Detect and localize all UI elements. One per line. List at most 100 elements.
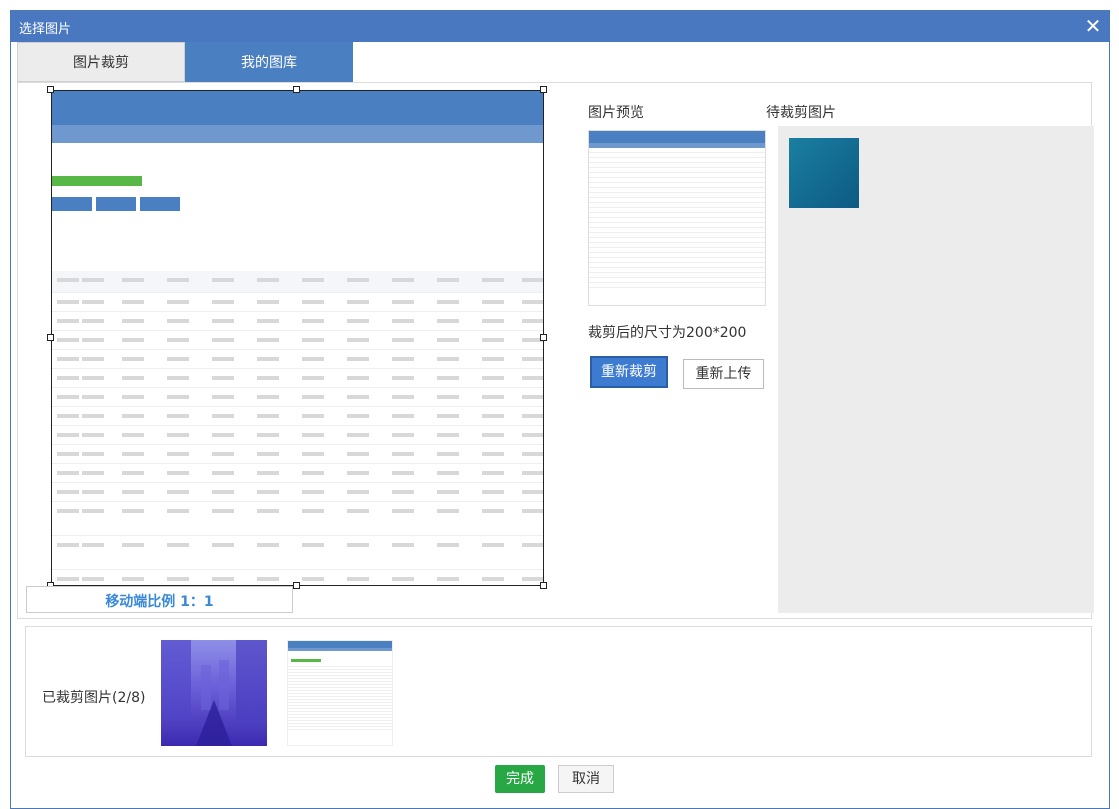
crop-handle-top-mid[interactable] [293, 86, 300, 93]
source-table-cell [522, 357, 543, 361]
source-table-cell [167, 509, 189, 513]
source-table-row [52, 331, 543, 350]
source-table-cell [392, 300, 414, 304]
source-table-row [52, 388, 543, 407]
tab-my-gallery[interactable]: 我的图库 [185, 42, 353, 82]
source-table-row [52, 350, 543, 369]
source-image-button-shape [96, 197, 136, 211]
source-table-cell [82, 278, 104, 282]
source-table-cell [522, 319, 543, 323]
source-table-cell [167, 300, 189, 304]
source-table-cell [167, 414, 189, 418]
source-table-cell [167, 376, 189, 380]
source-table-row [52, 312, 543, 331]
source-table-cell [347, 357, 369, 361]
source-table-cell [392, 319, 414, 323]
crop-canvas[interactable] [26, 86, 569, 589]
cancel-button[interactable]: 取消 [558, 765, 614, 793]
source-table-cell [482, 433, 504, 437]
source-table-row [52, 536, 543, 570]
source-table-cell [167, 278, 189, 282]
reupload-button[interactable]: 重新上传 [683, 359, 764, 389]
crop-handle-bottom-right[interactable] [540, 582, 547, 589]
source-table-cell [122, 376, 144, 380]
crop-handle-mid-left[interactable] [47, 334, 54, 341]
source-table-cell [347, 278, 369, 282]
source-table-cell [302, 543, 324, 547]
source-table-row [52, 464, 543, 483]
source-table-cell [392, 357, 414, 361]
tab-image-crop[interactable]: 图片裁剪 [17, 42, 185, 82]
ratio-bar: 移动端比例 1：1 [26, 586, 293, 613]
source-table-cell [212, 319, 234, 323]
source-table-cell [482, 357, 504, 361]
crop-handle-bottom-mid[interactable] [293, 582, 300, 589]
source-table-cell [347, 414, 369, 418]
source-image-header-strip [52, 91, 543, 125]
source-table-cell [347, 452, 369, 456]
source-table-cell [482, 509, 504, 513]
dialog-titlebar: 选择图片 ✕ [11, 11, 1109, 42]
recrop-button[interactable]: 重新裁剪 [590, 356, 668, 388]
crop-handle-top-left[interactable] [47, 86, 54, 93]
cropped-thumb-table[interactable] [287, 640, 393, 746]
source-table-cell [122, 577, 144, 581]
source-table-cell [212, 357, 234, 361]
cropped-thumb-city[interactable] [161, 640, 267, 746]
ratio-label: 移动端比例 1：1 [105, 594, 214, 610]
crop-handle-mid-right[interactable] [540, 334, 547, 341]
done-button[interactable]: 完成 [495, 765, 545, 793]
source-table-cell [57, 319, 79, 323]
source-image-button-shape [140, 197, 180, 211]
source-table-row [52, 407, 543, 426]
source-table-cell [437, 300, 459, 304]
source-table-cell [167, 452, 189, 456]
source-table-cell [482, 543, 504, 547]
preview-image [588, 130, 766, 306]
source-table-cell [437, 452, 459, 456]
source-table-cell [302, 338, 324, 342]
crop-selection-box[interactable] [51, 90, 544, 586]
source-table-cell [482, 490, 504, 494]
crop-panel: 移动端比例 1：1 图片预览 待裁剪图片 裁剪后的尺寸为200*200 重新裁剪… [17, 82, 1094, 619]
source-table-cell [82, 338, 104, 342]
source-table-cell [257, 577, 279, 581]
source-table-cell [482, 577, 504, 581]
source-table-cell [522, 395, 543, 399]
source-table-cell [522, 414, 543, 418]
source-table-cell [212, 278, 234, 282]
source-table-cell [522, 577, 543, 581]
source-table-cell [302, 278, 324, 282]
source-table-cell [167, 395, 189, 399]
source-table-cell [347, 509, 369, 513]
source-table-cell [392, 490, 414, 494]
source-table-cell [257, 543, 279, 547]
source-table-cell [392, 395, 414, 399]
source-table-cell [167, 433, 189, 437]
source-table-cell [437, 395, 459, 399]
source-table-cell [302, 452, 324, 456]
source-table-cell [392, 577, 414, 581]
source-table-cell [257, 414, 279, 418]
source-table-row [52, 445, 543, 464]
source-table-cell [82, 543, 104, 547]
close-icon[interactable]: ✕ [1081, 14, 1105, 38]
source-table-cell [302, 300, 324, 304]
crop-handle-top-right[interactable] [540, 86, 547, 93]
source-table-cell [302, 376, 324, 380]
source-table-cell [257, 376, 279, 380]
source-image [26, 90, 569, 586]
pending-image-thumb[interactable] [789, 138, 859, 208]
source-table-cell [257, 471, 279, 475]
source-table-cell [167, 319, 189, 323]
source-table-cell [57, 509, 79, 513]
source-table-cell [522, 278, 543, 282]
source-table-row [52, 369, 543, 388]
source-table-cell [122, 452, 144, 456]
source-table-cell [82, 357, 104, 361]
source-table-cell [347, 300, 369, 304]
source-table-cell [437, 338, 459, 342]
source-table-cell [212, 395, 234, 399]
preview-heading: 图片预览 [588, 105, 644, 121]
source-table-cell [302, 490, 324, 494]
